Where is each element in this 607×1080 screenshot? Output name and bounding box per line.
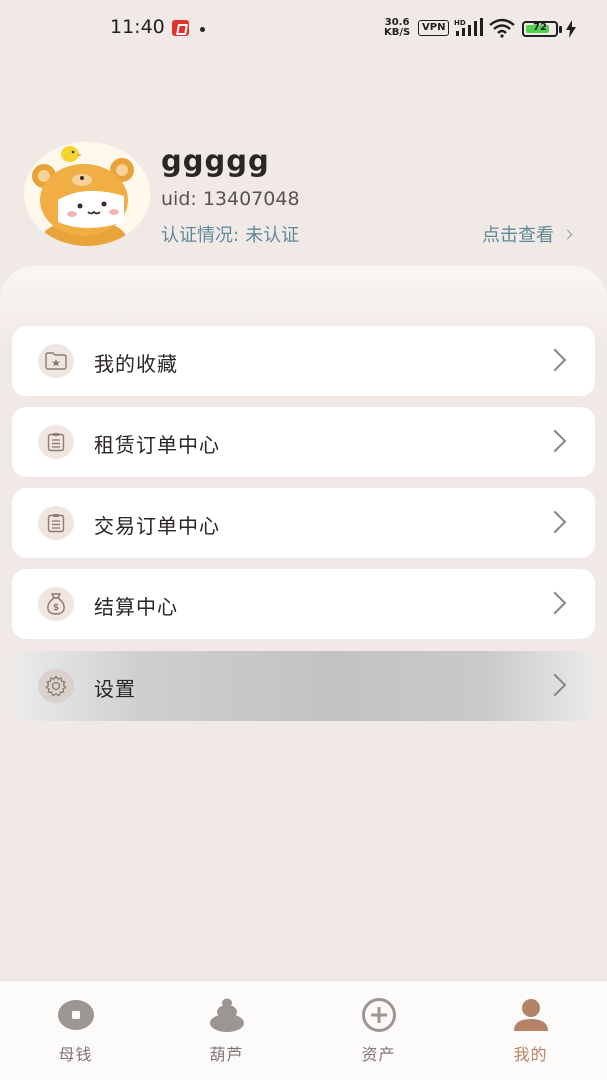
battery-level: 72 <box>533 22 547 33</box>
menu-item-favorites[interactable]: 我的收藏 <box>12 326 595 396</box>
chevron-right-icon <box>543 510 567 534</box>
more-notifications-dot <box>200 27 205 32</box>
gourd-icon <box>209 998 244 1032</box>
clipboard-icon <box>38 506 74 540</box>
status-bar: 11:40 30.6 KB/S VPN HD 72 <box>0 0 607 56</box>
network-speed: 30.6 KB/S <box>384 18 410 38</box>
user-id: uid: 13407048 <box>161 188 300 210</box>
menu-item-settlement[interactable]: $ 结算中心 <box>12 569 595 639</box>
view-details-label: 点击查看 <box>482 225 554 246</box>
chevron-right-icon <box>543 429 567 453</box>
menu-item-label: 租赁订单中心 <box>94 433 220 457</box>
coin-icon <box>57 1000 94 1030</box>
tab-label: 母钱 <box>58 1045 93 1064</box>
menu-item-trade-orders[interactable]: 交易订单中心 <box>12 488 595 558</box>
bear-avatar-icon <box>24 142 150 246</box>
menu-item-label: 结算中心 <box>94 595 178 619</box>
chevron-right-icon <box>543 348 567 372</box>
verification-label: 认证情况: <box>161 225 240 246</box>
plus-circle-icon <box>361 998 396 1032</box>
bottom-nav: 母钱 葫芦 资产 我的 <box>0 980 607 1080</box>
battery-icon: 72 <box>522 21 558 37</box>
tab-label: 我的 <box>513 1045 548 1064</box>
wifi-icon <box>489 18 515 38</box>
app-notification-icon <box>172 20 189 36</box>
tab-label: 葫芦 <box>209 1045 244 1064</box>
signal-icon: HD <box>454 18 483 36</box>
charging-icon <box>566 20 576 38</box>
menu-item-label: 交易订单中心 <box>94 514 220 538</box>
chevron-right-icon <box>543 673 567 697</box>
svg-text:$: $ <box>53 603 59 613</box>
tab-label: 资产 <box>361 1045 396 1064</box>
menu-item-settings[interactable]: 设置 <box>12 651 595 721</box>
avatar[interactable] <box>24 142 150 246</box>
menu-item-rental-orders[interactable]: 租赁订单中心 <box>12 407 595 477</box>
verification-value: 未认证 <box>245 225 300 246</box>
tab-mine[interactable]: 我的 <box>455 981 606 1080</box>
tab-assets[interactable]: 资产 <box>303 981 454 1080</box>
status-time: 11:40 <box>110 16 165 38</box>
user-icon <box>513 999 548 1031</box>
tab-gourd[interactable]: 葫芦 <box>151 981 302 1080</box>
star-folder-icon <box>38 344 74 378</box>
tab-mother-money[interactable]: 母钱 <box>0 981 151 1080</box>
vpn-badge: VPN <box>418 20 450 36</box>
gear-icon <box>38 669 74 703</box>
username: ggggg <box>161 144 270 178</box>
chevron-right-icon <box>562 229 573 239</box>
chevron-right-icon <box>543 591 567 615</box>
menu-item-label: 设置 <box>94 677 136 701</box>
network-speed-unit: KB/S <box>384 27 411 38</box>
svg-text:HD: HD <box>454 19 466 27</box>
view-details-link[interactable]: 点击查看 <box>482 221 573 247</box>
menu-item-label: 我的收藏 <box>94 352 178 376</box>
money-bag-icon: $ <box>38 587 74 621</box>
clipboard-icon <box>38 425 74 459</box>
verification-status: 认证情况: 未认证 <box>161 221 299 247</box>
